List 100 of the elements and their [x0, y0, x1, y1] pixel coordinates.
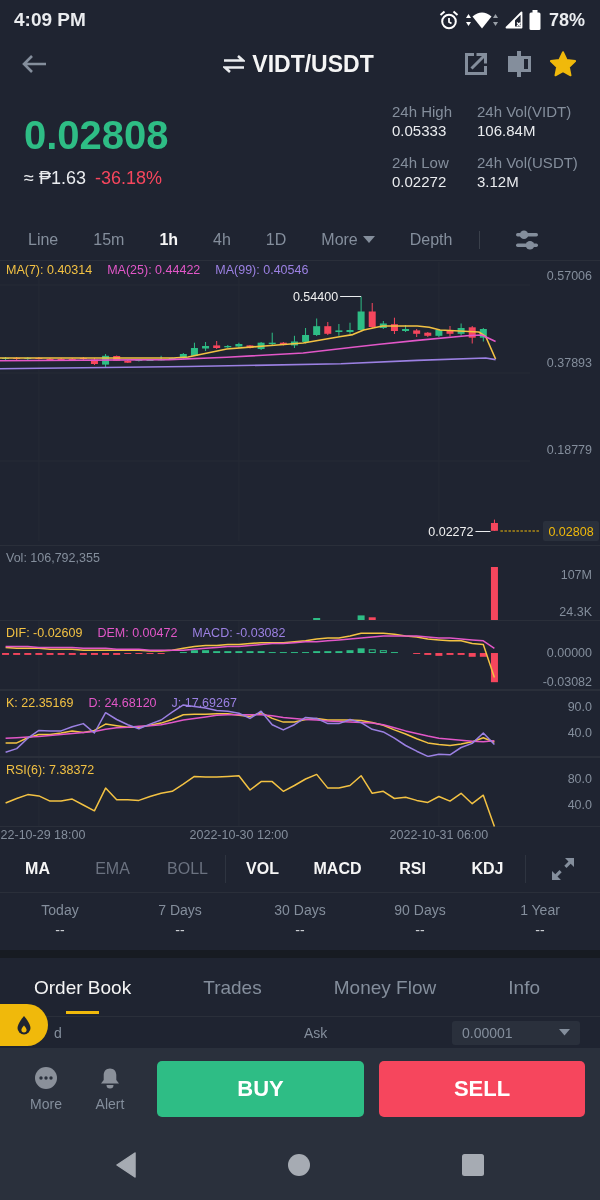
stat-label: 24h Vol(VIDT) [477, 102, 573, 121]
price-axis-label: 0.18779 [546, 443, 592, 457]
drop-icon [16, 1015, 32, 1035]
indicator-value: K: 22.35169 [6, 695, 74, 711]
split-view-icon[interactable] [507, 51, 531, 77]
battery-icon [528, 10, 541, 30]
toolbar-action[interactable]: More [22, 1066, 70, 1112]
histogram-bar [190, 650, 198, 653]
axis-label: 40.0 [567, 797, 592, 812]
sliders-icon[interactable] [515, 229, 540, 251]
indicator-toggle[interactable]: RSI [399, 859, 426, 878]
toolbar-action[interactable]: Alert [86, 1066, 134, 1112]
star-icon[interactable] [550, 51, 576, 77]
buy-button[interactable]: BUY [157, 1061, 364, 1117]
candle [235, 342, 243, 348]
candle [335, 324, 343, 336]
indicator-value: RSI(6): 7.38372 [6, 762, 95, 778]
section-tab[interactable]: Money Flow [333, 976, 437, 1000]
price-axis-label: 0.37893 [546, 356, 592, 370]
interval-tab[interactable]: 15m [93, 231, 125, 249]
moving-average-value: MA(7): 0.40314 [6, 262, 93, 278]
battery-percentage: 78% [548, 9, 585, 31]
indicator-value: J: 17.69267 [171, 695, 237, 711]
sell-button[interactable]: SELL [379, 1061, 585, 1117]
histogram-bar [490, 653, 498, 683]
indicator-toggle[interactable]: BOLL [167, 859, 208, 878]
back-icon[interactable] [116, 1152, 136, 1178]
price-change: -36.18% [94, 167, 162, 189]
interval-tab[interactable]: Line [28, 231, 59, 249]
expand-icon[interactable] [550, 856, 575, 881]
histogram-bar [479, 653, 487, 657]
period-change: -- [175, 921, 185, 939]
period-label: 30 Days [274, 901, 326, 919]
last-price: 0.02808 [24, 113, 169, 157]
period-change: -- [415, 921, 425, 939]
interval-tab[interactable]: 1h [159, 231, 179, 249]
stat-label: 24h High [392, 102, 454, 121]
indicator-toggle[interactable]: EMA [95, 859, 130, 878]
candle [313, 318, 321, 336]
candle [479, 328, 487, 342]
histogram-bar [357, 648, 365, 653]
candle [224, 345, 232, 348]
interval-dropdown[interactable]: More [321, 231, 375, 249]
axis-label: 107M [560, 568, 592, 582]
moving-average-value: MA(99): 0.40546 [215, 262, 309, 278]
stat-value: 3.12M [477, 172, 520, 191]
axis-label: 80.0 [567, 771, 592, 786]
leader-line [475, 531, 491, 532]
leader-line [340, 296, 362, 297]
caret-icon [559, 1029, 570, 1036]
stat-label: 24h Low [392, 153, 450, 172]
volume-bar [368, 617, 376, 620]
section-tab[interactable]: Info [508, 976, 540, 1000]
stat-value: 0.05333 [392, 121, 448, 140]
back-arrow-icon[interactable] [21, 54, 47, 74]
period-change: -- [535, 921, 545, 939]
stat-value: 106.84M [477, 121, 537, 140]
section-tab[interactable]: Order Book [34, 976, 132, 1014]
status-time: 4:09 PM [14, 9, 86, 31]
section-tab[interactable]: Trades [203, 976, 262, 1000]
candle [324, 322, 332, 335]
column-header: d [54, 1024, 63, 1041]
candle [379, 321, 387, 329]
interval-tab[interactable]: 4h [213, 231, 231, 249]
price-axis-label: 0.57006 [546, 269, 592, 283]
time-axis-label: 2022-10-31 06:00 [389, 828, 489, 842]
indicator-toggle[interactable]: MACD [313, 859, 362, 878]
candle [202, 342, 210, 351]
pair-selector[interactable]: VIDT/USDT [223, 50, 374, 78]
caret-icon [362, 236, 375, 244]
indicator-value: Vol: 106,792,355 [6, 550, 100, 566]
indicator-toggle[interactable]: VOL [246, 859, 279, 878]
more-icon [35, 1066, 57, 1089]
histogram-bar [435, 653, 443, 656]
candle [290, 335, 298, 348]
axis-label: 0.00000 [546, 646, 592, 660]
home-icon[interactable] [288, 1154, 310, 1176]
time-axis-label: 2022-10-30 12:00 [189, 828, 289, 842]
time-axis-label: 22-10-29 18:00 [0, 828, 86, 842]
indicator-toggle[interactable]: MA [25, 859, 50, 878]
candle [102, 354, 110, 367]
floating-action-button[interactable] [0, 1004, 48, 1046]
axis-label: 90.0 [567, 700, 592, 714]
indicator-value: D: 24.68120 [88, 695, 157, 711]
interval-tab[interactable]: 1D [265, 231, 287, 249]
volume-bar [490, 567, 498, 620]
indicator-toggle[interactable]: KDJ [471, 859, 504, 878]
last-price-tag: 0.02808 [543, 521, 599, 541]
volume-bar [357, 615, 365, 620]
interval-tab[interactable]: Depth [409, 231, 453, 249]
candle [357, 296, 365, 331]
precision-dropdown[interactable]: 0.00001 [452, 1020, 580, 1045]
candle [179, 353, 187, 359]
candle [190, 342, 198, 356]
low-price-label: 0.02272 [428, 525, 474, 539]
period-label: Today [41, 901, 79, 919]
axis-label: -0.03082 [542, 675, 592, 689]
share-icon[interactable] [464, 52, 488, 76]
indicator-value: MACD: -0.03082 [192, 625, 286, 641]
candle [390, 317, 398, 334]
